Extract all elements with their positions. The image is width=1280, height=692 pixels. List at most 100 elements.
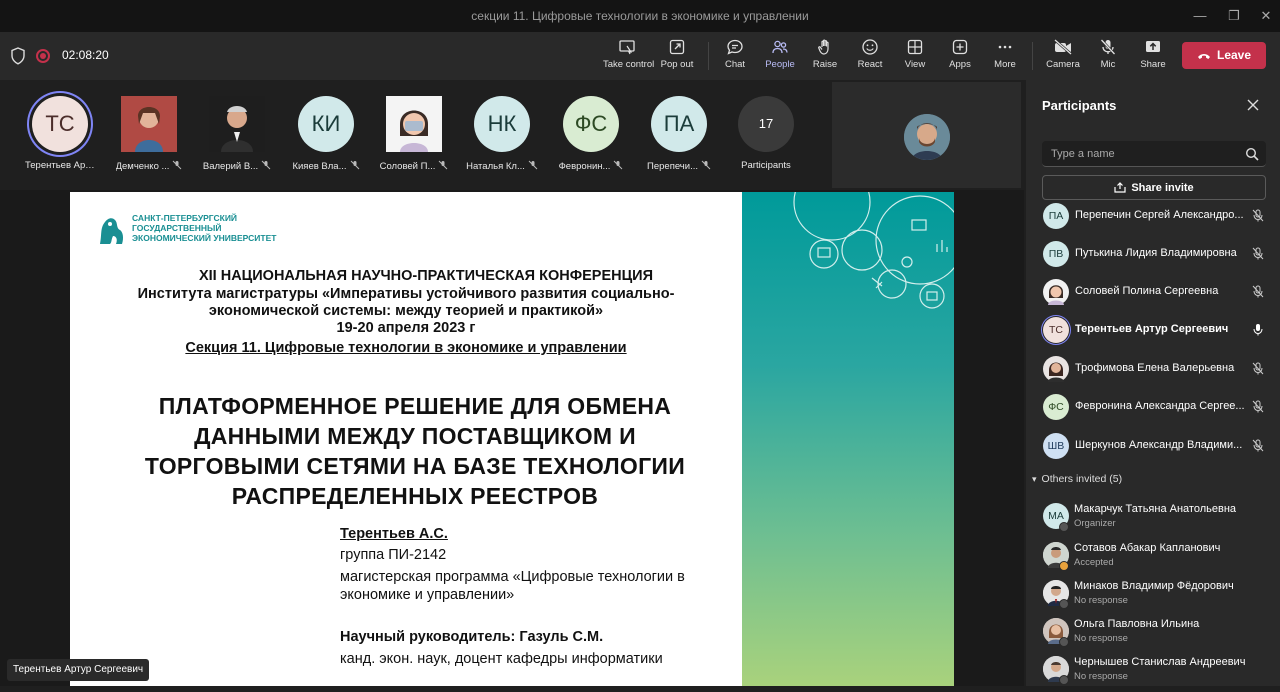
participant-tile[interactable]: Валерий В... [197, 96, 277, 178]
conference-subtitle: экономической системы: между теорией и п… [208, 303, 604, 319]
user-photo-icon [1048, 362, 1064, 382]
recording-icon [36, 49, 50, 63]
participants-count-tile[interactable]: 17 Participants [726, 96, 806, 178]
user-avatar-icon [1048, 285, 1064, 305]
participant-name: Наталья Кл... [462, 160, 542, 172]
video-strip: ТС Терентьев Арт... Демченко ... Валерий… [0, 80, 1024, 190]
participant-name: Терентьев Арт... [25, 160, 95, 171]
mic-on-icon[interactable] [1252, 323, 1264, 336]
hang-up-icon [1197, 53, 1210, 59]
invited-row[interactable]: МА Макарчук Татьяна Анатольевна Organize… [1026, 500, 1280, 538]
program: магистерская программа «Цифровые техноло… [340, 569, 685, 585]
participant-tile[interactable]: ПА Перепечи... [639, 96, 719, 178]
leave-button[interactable]: Leave [1182, 42, 1266, 69]
mic-off-icon[interactable] [1252, 247, 1264, 260]
pop-out-icon [669, 39, 685, 55]
avatar [1043, 356, 1069, 382]
invited-row[interactable]: Сотавов Абакар Капланович Accepted [1026, 539, 1280, 577]
panel-title: Participants [1042, 98, 1117, 113]
invited-name: Сотавов Абакар Капланович [1074, 542, 1221, 554]
people-icon [772, 40, 788, 54]
participant-tile[interactable]: ФС Февронин... [551, 96, 631, 178]
participant-tile[interactable]: КИ Кияев Вла... [286, 96, 366, 178]
participant-row[interactable]: ШВ Шеркунов Александр Владими... [1026, 426, 1280, 464]
user-avatar-icon [386, 96, 442, 152]
apps-button[interactable]: Apps [936, 38, 984, 76]
people-button[interactable]: People [756, 38, 804, 82]
conference-date: 19-20 апреля 2023 г [336, 320, 476, 336]
participants-panel: Participants Share invite ПА Перепечин С… [1026, 80, 1280, 686]
self-view-video[interactable] [832, 82, 1021, 188]
mic-off-icon[interactable] [1252, 362, 1264, 375]
search-icon[interactable] [1245, 147, 1259, 161]
minimize-icon[interactable]: — [1190, 6, 1210, 26]
participant-row[interactable]: ФС Февронина Александра Сергее... [1026, 387, 1280, 425]
more-button[interactable]: More [981, 38, 1029, 76]
others-invited-toggle[interactable]: Others invited (5) [1032, 473, 1123, 485]
raise-hand-button[interactable]: Raise [801, 38, 849, 76]
status-badge [1059, 675, 1069, 685]
participant-tile[interactable]: Соловей П... [374, 96, 454, 178]
invite-status: Organizer [1074, 518, 1116, 529]
close-icon[interactable] [1246, 98, 1260, 112]
group: группа ПИ-2142 [340, 547, 447, 563]
invited-name: Макарчук Татьяна Анатольевна [1074, 503, 1237, 515]
participant-name: Соловей П... [374, 160, 454, 172]
slide-decoration [742, 192, 954, 686]
view-button[interactable]: View [891, 38, 939, 76]
mic-off-icon[interactable] [1252, 209, 1264, 222]
toolbar-divider [1032, 42, 1033, 70]
participant-tile[interactable]: Демченко ... [109, 96, 189, 178]
mic-off-icon[interactable] [1252, 285, 1264, 298]
mic-off-icon[interactable] [1252, 439, 1264, 452]
camera-button[interactable]: Camera [1039, 38, 1087, 76]
invited-name: Минаков Владимир Фёдорович [1074, 580, 1234, 592]
participant-row[interactable]: ПВ Путькина Лидия Владимировна [1026, 234, 1280, 272]
maximize-icon[interactable]: ❐ [1224, 6, 1244, 26]
camera-off-icon [1054, 39, 1072, 55]
participant-row[interactable]: Соловей Полина Сергеевна [1026, 272, 1280, 310]
search-input[interactable] [1042, 141, 1266, 167]
react-button[interactable]: React [846, 38, 894, 76]
mic-button[interactable]: Mic [1084, 38, 1132, 76]
take-control-icon [619, 40, 635, 55]
participant-name: Соловей Полина Сергеевна [1075, 285, 1219, 297]
smiley-icon [862, 39, 878, 55]
invited-name: Ольга Павловна Ильина [1074, 618, 1200, 630]
participant-tile[interactable]: НК Наталья Кл... [462, 96, 542, 178]
invited-row[interactable]: Чернышев Станислав Андреевич No response [1026, 653, 1280, 691]
share-button[interactable]: Share [1129, 38, 1177, 76]
pop-out-button[interactable]: Pop out [653, 38, 701, 76]
participant-name: Перепечин Сергей Александро... [1075, 209, 1244, 221]
participant-row[interactable]: ТС Терентьев Артур Сергеевич [1026, 310, 1280, 348]
close-window-icon[interactable]: ✕ [1256, 6, 1276, 26]
supervisor: Научный руководитель: Газуль С.М. [340, 629, 604, 645]
status-badge [1059, 561, 1069, 571]
participant-name: Терентьев Артур Сергеевич [1075, 323, 1229, 335]
avatar: НК [474, 96, 530, 152]
gears-illustration-icon [793, 192, 954, 309]
participant-name: Путькина Лидия Владимировна [1075, 247, 1237, 259]
avatar: ТС [1043, 317, 1069, 343]
status-badge [1059, 522, 1069, 532]
author: Терентьев А.С. [340, 526, 448, 542]
share-icon [1114, 182, 1126, 193]
participant-row[interactable]: Трофимова Елена Валерьевна [1026, 349, 1280, 387]
participant-row[interactable]: ПА Перепечин Сергей Александро... [1026, 196, 1280, 234]
mic-off-icon[interactable] [1252, 400, 1264, 413]
supervisor-detail: канд. экон. наук, доцент кафедры информа… [340, 651, 663, 667]
chat-button[interactable]: Chat [711, 38, 759, 76]
invited-row[interactable]: Ольга Павловна Ильина No response [1026, 615, 1280, 653]
participant-tile[interactable]: ТС Терентьев Арт... [20, 96, 100, 178]
chat-icon [727, 39, 743, 55]
meeting-toolbar: 02:08:20 Take control Pop out Chat Peopl… [0, 32, 1280, 82]
presentation-slide: САНКТ-ПЕТЕРБУРГСКИЙ ГОСУДАРСТВЕННЫЙ ЭКОН… [70, 192, 954, 686]
status-badge [1059, 599, 1069, 609]
invited-row[interactable]: Минаков Владимир Фёдорович No response [1026, 577, 1280, 615]
slide-title: ПЛАТФОРМЕННОЕ РЕШЕНИЕ ДЛЯ ОБМЕНА ДАННЫМИ… [144, 393, 686, 509]
participant-name: Трофимова Елена Валерьевна [1075, 362, 1235, 374]
participant-name: Шеркунов Александр Владими... [1075, 439, 1243, 451]
take-control-button[interactable]: Take control [603, 38, 654, 76]
participant-name: Февронин... [551, 160, 631, 172]
invite-status: Accepted [1074, 557, 1114, 568]
